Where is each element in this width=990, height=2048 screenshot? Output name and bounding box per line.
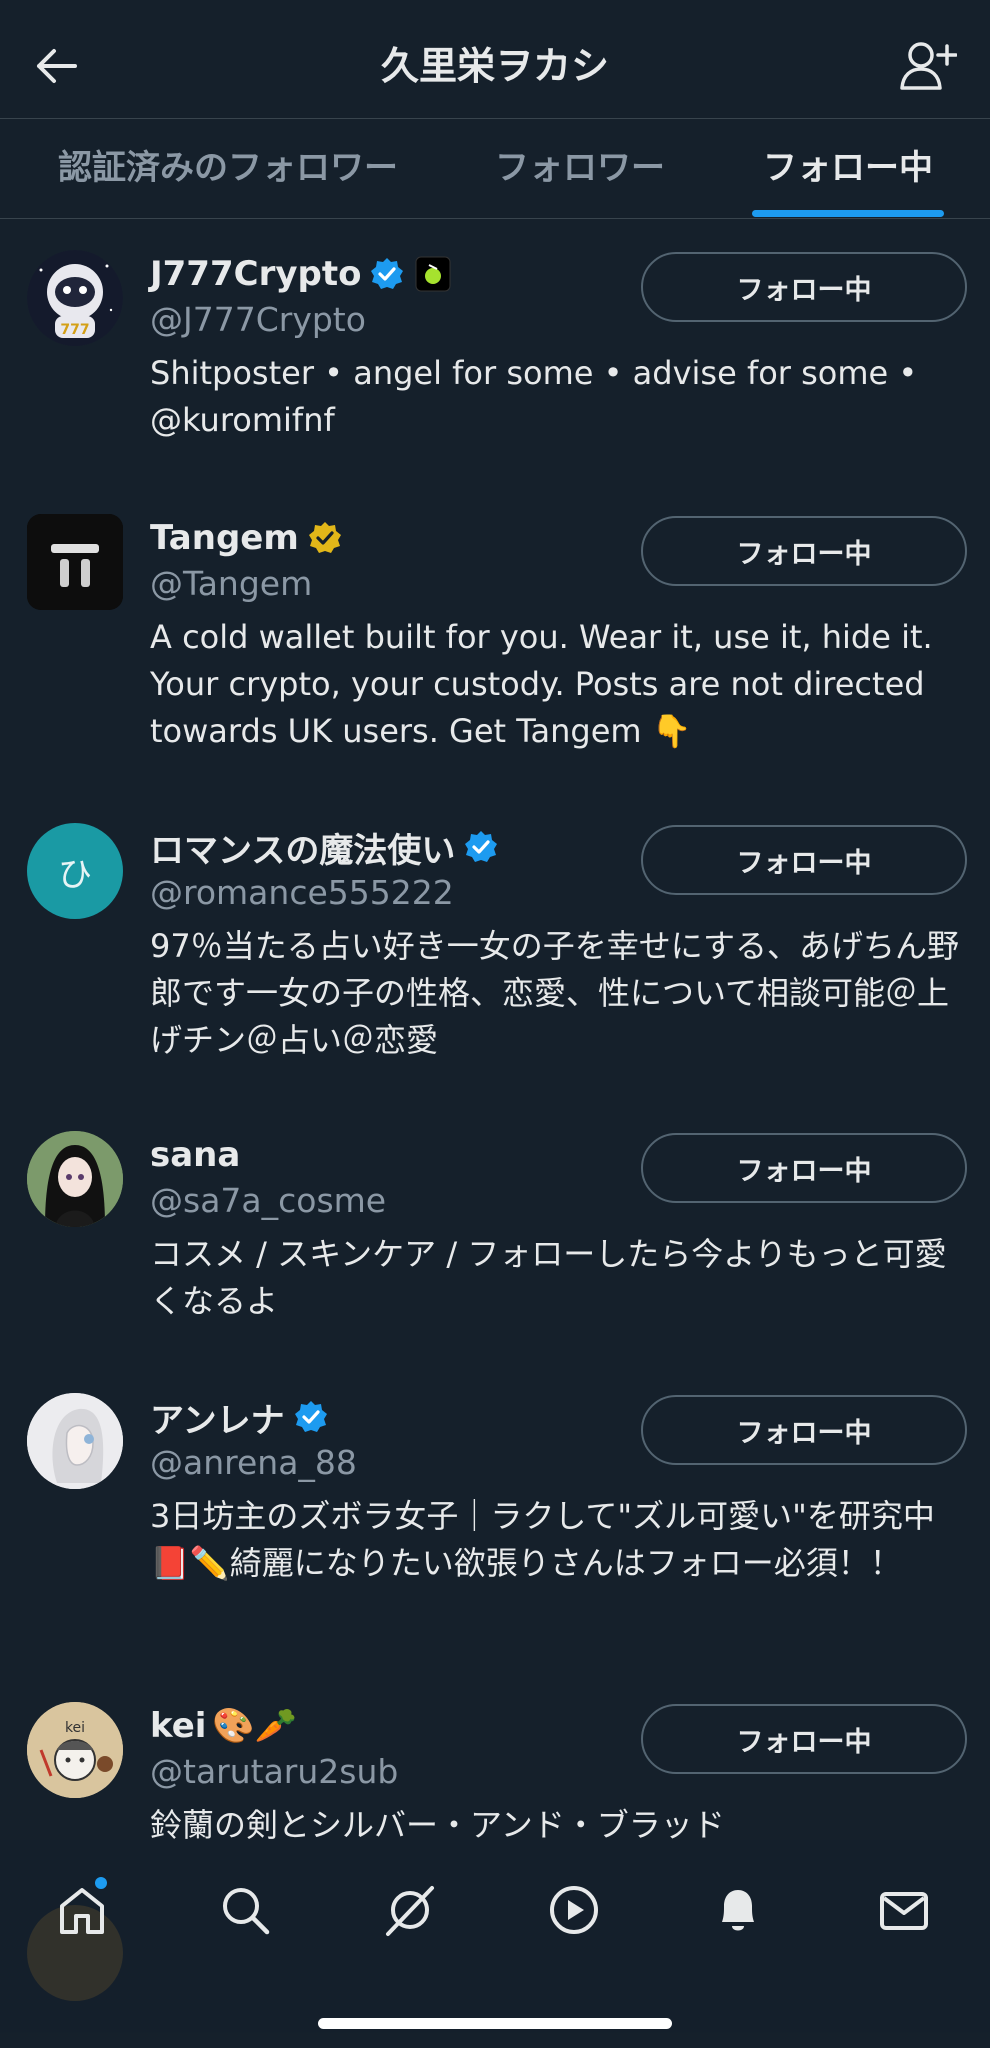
tab-verified-followers[interactable]: 認証済みのフォロワー: [28, 118, 428, 218]
notifications-icon: [722, 1890, 754, 1931]
verified-badge-icon: [465, 831, 498, 862]
following-button[interactable]: フォロー中: [641, 1704, 967, 1774]
following-button[interactable]: フォロー中: [641, 252, 967, 322]
messages-icon: [880, 1892, 928, 1930]
avatar[interactable]: [27, 1393, 123, 1489]
nav-notifications[interactable]: [706, 1878, 770, 1942]
nav-video[interactable]: [542, 1878, 606, 1942]
home-indicator: [318, 2018, 672, 2029]
tab-followers[interactable]: フォロワー: [460, 118, 700, 218]
user-name[interactable]: J777Crypto: [150, 254, 361, 294]
verified-badge-icon: [294, 1401, 327, 1432]
bottom-nav: [0, 1860, 990, 1960]
affiliate-badge-icon: [415, 256, 451, 292]
page-title: 久里栄ヲカシ: [380, 44, 609, 88]
nav-search[interactable]: [213, 1878, 277, 1942]
following-button[interactable]: フォロー中: [641, 1133, 967, 1203]
active-tab-indicator: [752, 210, 944, 217]
user-handle: @romance555222: [150, 873, 454, 912]
avatar[interactable]: ひ: [27, 823, 123, 919]
user-handle: @sa7a_cosme: [150, 1181, 387, 1220]
user-handle: @Tangem: [150, 564, 313, 603]
user-bio: 97％当たる占い好き一女の子を幸せにする、あげちん野郎です一女の子の性格、恋愛、…: [150, 927, 960, 1059]
name-emoji: 🎨🥕: [212, 1706, 298, 1746]
user-bio: コスメ / スキンケア / フォローしたら今よりもっと可愛くなるよ: [150, 1235, 947, 1320]
following-button[interactable]: フォロー中: [641, 825, 967, 895]
user-name[interactable]: sana: [150, 1135, 240, 1175]
avatar-letter: ひ: [58, 854, 92, 895]
nav-messages[interactable]: [872, 1878, 936, 1942]
avatar[interactable]: kei: [27, 1702, 123, 1798]
verified-badge-icon: [371, 258, 404, 289]
tab-following[interactable]: フォロー中: [740, 118, 956, 218]
home-icon: [60, 1888, 104, 1934]
nav-grok[interactable]: [378, 1878, 442, 1942]
grok-icon: [386, 1886, 434, 1936]
user-bio: A cold wallet built for you. Wear it, us…: [150, 618, 933, 750]
search-icon: [223, 1888, 270, 1935]
following-button[interactable]: フォロー中: [641, 516, 967, 586]
svg-text:kei: kei: [65, 1720, 85, 1736]
user-bio: Shitposter • angel for some • advise for…: [150, 354, 918, 439]
top-bar: 久里栄ヲカシ: [0, 0, 990, 119]
svg-text:777: 777: [60, 322, 89, 338]
add-user-icon: [900, 42, 957, 90]
avatar[interactable]: [27, 1131, 123, 1227]
add-user-button[interactable]: [896, 34, 960, 98]
user-name[interactable]: ロマンスの魔法使い: [150, 823, 455, 872]
user-handle: @tarutaru2sub: [150, 1752, 399, 1791]
user-name[interactable]: kei: [150, 1706, 206, 1746]
home-notification-dot: [95, 1877, 107, 1889]
gold-verified-badge-icon: [308, 522, 341, 553]
user-handle: @J777Crypto: [150, 300, 366, 339]
following-button[interactable]: フォロー中: [641, 1395, 967, 1465]
tab-bar: 認証済みのフォロワー フォロワー フォロー中: [0, 118, 990, 219]
user-name[interactable]: アンレナ: [150, 1393, 285, 1442]
video-icon: [550, 1886, 598, 1934]
user-bio: 3日坊主のズボラ女子｜ラクして"ズル可愛い"を研究中📕✏️綺麗になりたい欲張りさ…: [150, 1497, 935, 1582]
avatar[interactable]: [27, 514, 123, 610]
avatar[interactable]: 777: [27, 250, 123, 346]
user-handle: @anrena_88: [150, 1443, 357, 1482]
user-name[interactable]: Tangem: [150, 518, 299, 558]
